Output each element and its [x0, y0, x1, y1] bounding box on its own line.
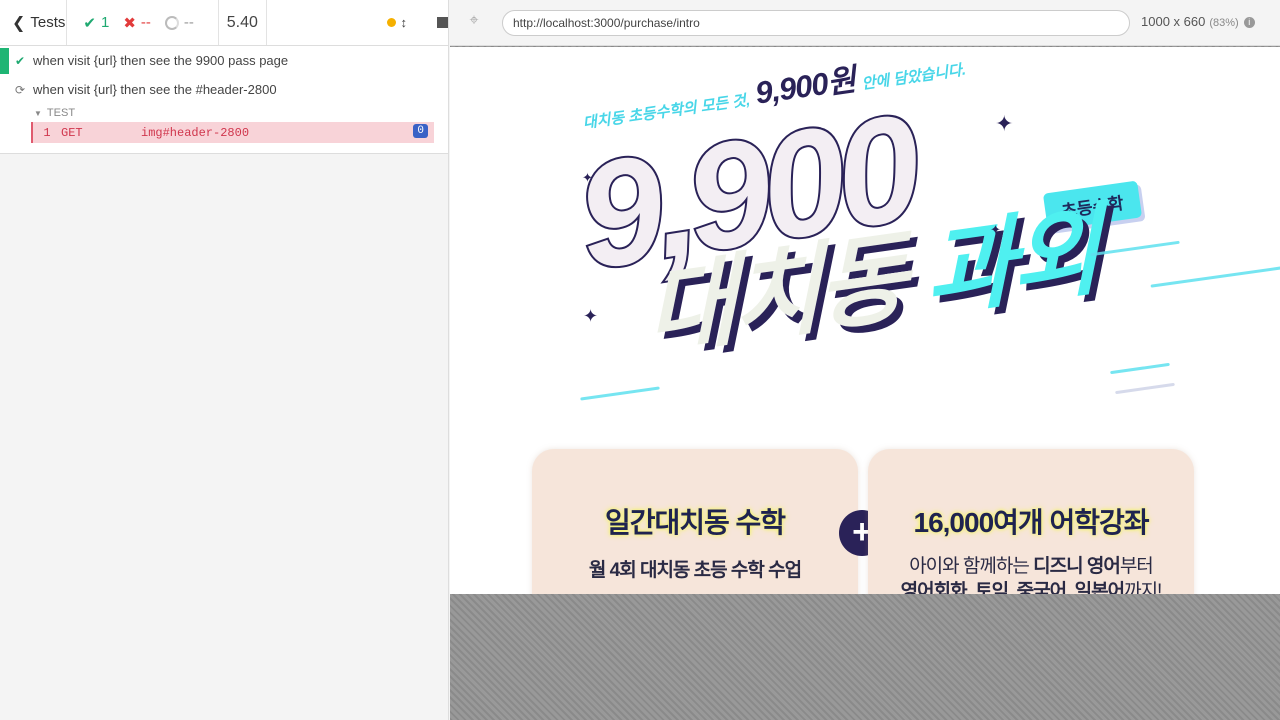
url-bar[interactable]: http://localhost:3000/purchase/intro — [502, 10, 1130, 36]
pending-stat: -- — [164, 14, 194, 31]
viewport-scale: (83%) — [1209, 17, 1239, 29]
card-description: 월 4회 대치동 초등 수학 수업 — [588, 560, 802, 581]
card-desc-text: 부터 — [1119, 556, 1154, 577]
card-desc-text: 아이와 함께하는 — [909, 556, 1034, 577]
passed-stat: ✔ 1 — [83, 14, 109, 32]
reporter-panel: ❮ Tests ✔ 1 ✖ -- -- 5.40 ↕ ✔ when visit … — [0, 0, 449, 720]
run-controls: ↕ — [267, 0, 449, 45]
caret-down-icon: ▼ — [34, 108, 42, 118]
command-row[interactable]: 1 GET img#header-2800 0 — [31, 122, 434, 143]
test-title: when visit {url} then see the #header-28… — [33, 82, 277, 97]
viewport-dimensions: 1000 x 660 — [1141, 14, 1206, 29]
running-status-dot — [386, 18, 396, 27]
reporter-header: ❮ Tests ✔ 1 ✖ -- -- 5.40 ↕ — [0, 0, 449, 46]
command-method: GET — [61, 125, 83, 140]
command-group-header[interactable]: ▼ TEST — [34, 104, 448, 122]
failed-stat: ✖ -- — [123, 14, 151, 32]
sparkle-icon: ✦ — [582, 170, 593, 185]
passed-indicator-bar — [0, 48, 9, 74]
test-title: when visit {url} then see the 9900 pass … — [33, 53, 289, 68]
info-icon[interactable]: i — [1243, 17, 1255, 28]
test-stats: ✔ 1 ✖ -- -- — [67, 0, 220, 45]
chevron-left-icon: ❮ — [12, 14, 26, 32]
aut-panel: ⌖ http://localhost:3000/purchase/intro 1… — [450, 0, 1280, 720]
test-list: ✔ when visit {url} then see the 9900 pas… — [0, 46, 448, 154]
failed-count: -- — [140, 14, 151, 31]
card-description: 아이와 함께하는 디즈니 영어부터 영어회화, 토익, 중국어, 일본어까지! — [868, 555, 1194, 594]
pending-circle-icon — [164, 15, 179, 30]
card-title: 16,000여개 어학강좌 — [913, 507, 1150, 538]
decor-streak — [1150, 265, 1280, 288]
crosshair-icon[interactable]: ⌖ — [464, 12, 484, 32]
tests-back-button[interactable]: ❮ Tests — [0, 0, 68, 45]
card-desc-highlight: 디즈니 영어 — [1033, 556, 1121, 577]
pending-count: -- — [183, 14, 194, 31]
card-desc-text: 까지! — [1124, 580, 1162, 594]
decor-streak — [1110, 362, 1170, 375]
sparkle-icon: ✦ — [990, 222, 1001, 237]
viewport-size: 1000 x 660 (83%) i — [1141, 14, 1255, 29]
check-icon: ✔ — [15, 53, 26, 68]
hero-title-part2: 과외 — [924, 194, 1099, 329]
aut-header: ⌖ http://localhost:3000/purchase/intro 1… — [450, 0, 1280, 46]
tests-back-label: Tests — [30, 14, 66, 31]
element-count-badge: 0 — [413, 124, 428, 138]
command-number: 1 — [43, 125, 51, 140]
check-icon: ✔ — [83, 14, 96, 32]
auto-scroll-toggle[interactable]: ↕ — [386, 15, 408, 30]
x-icon: ✖ — [123, 14, 136, 32]
decor-streak — [1115, 382, 1175, 395]
card-title: 일간대치동 수학 — [604, 507, 786, 538]
sparkle-icon: ✦ — [995, 111, 1014, 136]
refresh-icon: ⟳ — [15, 82, 26, 97]
card-desc-highlight: 영어회화, 토익, 중국어, 일본어 — [900, 580, 1125, 594]
decor-streak — [580, 386, 660, 401]
app-iframe: 대치동 초등수학의 모든 것, 9,900원 안에 담았습니다. 9,900 초… — [450, 47, 1280, 594]
arrows-vertical-icon: ↕ — [400, 15, 408, 30]
test-row[interactable]: ⟳ when visit {url} then see the #header-… — [0, 75, 448, 104]
feature-card-math: 일간대치동 수학 월 4회 대치동 초등 수학 수업 — [532, 449, 858, 594]
sparkle-icon: ✦ — [583, 306, 599, 326]
run-duration: 5.40 — [219, 0, 267, 45]
command-group: ▼ TEST 1 GET img#header-2800 0 — [0, 104, 448, 143]
test-row[interactable]: ✔ when visit {url} then see the 9900 pas… — [0, 46, 448, 75]
feature-card-language: 16,000여개 어학강좌 아이와 함께하는 디즈니 영어부터 영어회화, 토익… — [868, 449, 1194, 594]
stop-icon[interactable] — [437, 17, 449, 28]
command-selector: img#header-2800 — [141, 125, 250, 140]
passed-count: 1 — [101, 14, 110, 31]
command-group-label: TEST — [46, 107, 76, 119]
decor-streak — [1090, 240, 1180, 257]
